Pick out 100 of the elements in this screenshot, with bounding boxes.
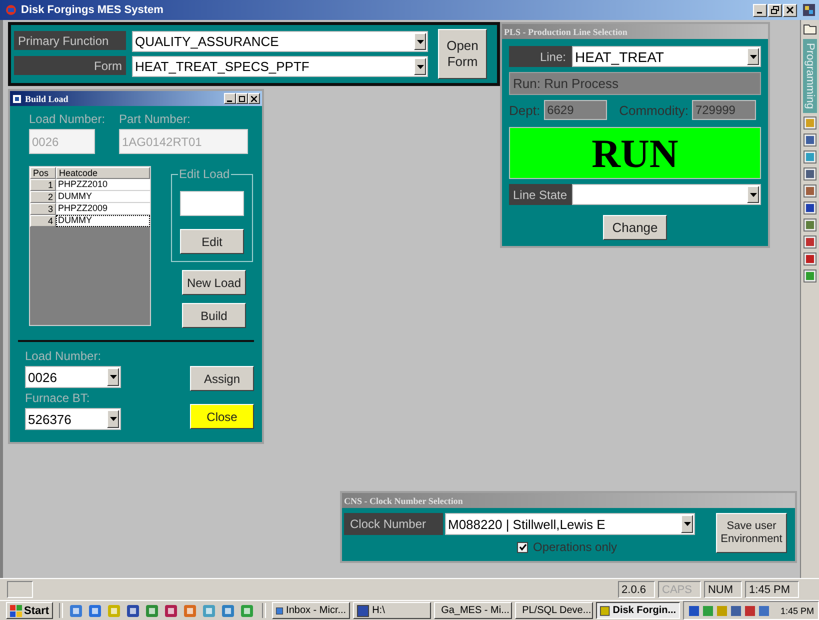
window-icon[interactable] [803, 4, 815, 16]
clock: 1:45 PM [780, 606, 814, 616]
edit-load-field[interactable] [180, 191, 244, 216]
app-icon [357, 604, 370, 616]
taskbar-button[interactable]: Inbox - Micr... [272, 602, 350, 619]
taskbar-button[interactable]: Ga_MES - Mi... [434, 602, 512, 619]
furnace-dropdown[interactable]: 526376 [25, 408, 121, 430]
open-form-button[interactable]: Open Form [438, 29, 487, 79]
clock-number-dropdown[interactable]: M088220 | Stillwell,Lewis E [445, 513, 695, 535]
action-button[interactable]: New Load [182, 270, 246, 295]
quick-launch-icon[interactable] [183, 604, 198, 618]
window-icon [12, 94, 22, 104]
status-pane: 1:45 PM [745, 581, 799, 598]
caret-icon [110, 375, 116, 379]
taskbar-button[interactable]: H:\ [353, 602, 432, 619]
maximize-button[interactable] [236, 93, 248, 104]
tray-icon[interactable] [730, 604, 742, 616]
tool-icon[interactable] [803, 218, 817, 232]
maximize-icon [239, 96, 245, 102]
line-dropdown[interactable]: HEAT_TREAT [572, 46, 761, 67]
flag-icon [10, 604, 22, 616]
start-button[interactable]: Start [6, 602, 54, 619]
tray-icon[interactable] [702, 604, 714, 616]
check-icon [518, 543, 526, 551]
close-icon [251, 96, 257, 102]
field-label: Commodity: [619, 102, 688, 118]
checkbox[interactable] [517, 542, 528, 552]
quick-launch-icon[interactable] [202, 604, 216, 618]
tool-icon[interactable] [803, 201, 817, 216]
quick-launch-icon[interactable] [126, 604, 140, 618]
tool-icon[interactable] [803, 252, 817, 266]
dept-field: 6629 [544, 100, 608, 120]
column-header: Pos [30, 167, 56, 179]
restore-button[interactable] [768, 4, 782, 16]
app-icon [5, 4, 17, 16]
status-pane: 2.0.6 [618, 581, 655, 598]
load-number-dropdown[interactable]: 0026 [25, 366, 121, 388]
field-label: Line: [509, 46, 572, 67]
window-title: Disk Forgings MES System [21, 4, 164, 16]
app-icon [600, 604, 610, 616]
status-pane: NUM [704, 581, 742, 598]
window-title: Build Load [25, 94, 68, 104]
group-title: Edit Load [178, 167, 231, 181]
field-label: Part Number: [119, 112, 192, 126]
minimize-button[interactable] [753, 4, 767, 16]
taskbar-button[interactable]: PL/SQL Deve... [515, 602, 594, 619]
run-status-banner: RUN [509, 127, 761, 179]
field-label: Furnace BT: [25, 391, 91, 405]
field-label: Clock Number [344, 513, 443, 535]
caret-icon [684, 522, 690, 526]
caret-icon [416, 40, 424, 44]
quick-launch-icon[interactable] [221, 604, 236, 618]
field-label: Form [14, 56, 126, 75]
action-button[interactable]: Assign [190, 366, 254, 391]
window-title: CNS - Clock Number Selection [344, 496, 463, 506]
change-button[interactable]: Change [603, 215, 667, 240]
dropdown[interactable]: QUALITY_ASSURANCE [132, 31, 428, 52]
checkbox-label: Operations only [533, 540, 618, 554]
quick-launch-icon[interactable] [240, 604, 254, 618]
close-icon [786, 6, 794, 14]
action-button[interactable]: Close [190, 404, 254, 429]
tool-icon[interactable] [803, 184, 817, 198]
tray-icon[interactable] [744, 604, 756, 616]
field-label: Line State [509, 184, 572, 205]
taskbar-button[interactable]: Disk Forgin... [596, 602, 680, 619]
tool-icon[interactable] [803, 116, 817, 130]
quick-launch-icon[interactable] [69, 604, 84, 618]
tray-icon[interactable] [758, 604, 770, 616]
action-button[interactable]: Build [182, 303, 246, 328]
field-label: Dept: [509, 102, 540, 118]
app-icon [276, 604, 284, 616]
field-label: Load Number: [25, 349, 102, 363]
tool-icon[interactable] [803, 269, 817, 284]
dropdown[interactable]: HEAT_TREAT_SPECS_PPTF [132, 56, 428, 77]
quick-launch-icon[interactable] [145, 604, 160, 618]
caret-icon [750, 54, 756, 58]
field-label: Load Number: [29, 112, 106, 126]
caret-icon [110, 417, 116, 421]
tray-icon[interactable] [688, 604, 700, 616]
close-button[interactable] [248, 93, 260, 104]
tool-icon[interactable] [803, 167, 817, 182]
quick-launch-icon[interactable] [164, 604, 178, 618]
tool-icon[interactable] [803, 150, 817, 164]
tool-icon[interactable] [803, 235, 817, 250]
close-button[interactable] [783, 4, 797, 16]
column-header: Heatcode [56, 167, 150, 179]
commodity-field: 729999 [692, 100, 756, 120]
window-title: PLS - Production Line Selection [504, 26, 628, 36]
folder-icon[interactable] [803, 22, 817, 36]
caret-icon [750, 192, 756, 196]
field-label: Primary Function [14, 31, 126, 50]
edit-button[interactable]: Edit [180, 229, 244, 254]
tool-icon[interactable] [803, 133, 817, 148]
status-pane [7, 581, 33, 598]
quick-launch-icon[interactable] [88, 604, 102, 618]
process-field: Run: Run Process [509, 72, 761, 95]
save-environment-button[interactable]: Save user Environment [716, 513, 787, 553]
minimize-button[interactable] [224, 93, 236, 104]
caret-icon [416, 64, 424, 68]
restore-icon [771, 6, 779, 14]
